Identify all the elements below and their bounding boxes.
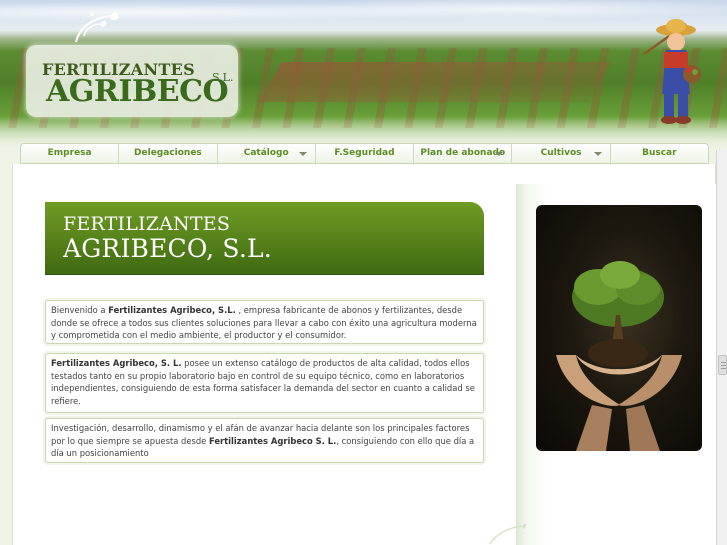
- paragraph-text: Bienvenido a: [51, 305, 109, 315]
- nav-item-label: Delegaciones: [134, 148, 202, 158]
- company-name: Fertilizantes Agribeco S. L.: [208, 435, 337, 446]
- page-body: FERTILIZANTES AGRIBECO, S.L. Bienvenido …: [12, 164, 716, 545]
- scrollbar-grip: [721, 365, 726, 366]
- farmer-mascot-icon: [643, 19, 701, 124]
- main-content: FERTILIZANTES AGRIBECO, S.L. Bienvenido …: [13, 164, 516, 545]
- nav-item-label: Buscar: [642, 148, 677, 158]
- logo-text-line2: AGRIBECO: [46, 74, 229, 109]
- leaf-swirl-icon: [489, 523, 527, 545]
- nav-item-label: F.Seguridad: [334, 148, 395, 158]
- tree-in-hands-illustration: [556, 261, 682, 451]
- page-title-line1: FERTILIZANTES: [63, 213, 231, 235]
- nav-item-buscar[interactable]: Buscar: [611, 144, 708, 163]
- title-panel: FERTILIZANTES AGRIBECO, S.L.: [45, 202, 484, 274]
- scrollbar-grip: [721, 362, 726, 363]
- caret-down-icon: [298, 152, 307, 156]
- research-paragraph-box: Investigación, desarrollo, dinamismo y e…: [45, 418, 484, 463]
- nav-item-delegaciones[interactable]: Delegaciones: [119, 144, 218, 163]
- nav-item-catalogo[interactable]: Catálogo: [218, 144, 316, 163]
- nav-item-label: Cultivos: [540, 148, 582, 158]
- vertical-scrollbar[interactable]: [716, 150, 727, 545]
- page-title-line2: AGRIBECO, S.L.: [63, 234, 272, 263]
- nav-item-empresa[interactable]: Empresa: [21, 144, 120, 163]
- side-column: [516, 184, 716, 545]
- nav-item-label: Plan de abonado: [420, 148, 506, 158]
- leaf-swirl-icon: [75, 12, 119, 43]
- intro-paragraph-box: Bienvenido a Fertilizantes Agribeco, S.L…: [45, 300, 484, 344]
- hands-holding-tree-photo: [536, 205, 702, 451]
- scrollbar-thumb[interactable]: [718, 355, 727, 375]
- main-nav: Empresa Delegaciones Catálogo F.Segurida…: [20, 143, 709, 164]
- nav-item-fseguridad[interactable]: F.Seguridad: [316, 144, 415, 163]
- header-banner: FERTILIZANTES AGRIBECO S.L.: [0, 0, 727, 150]
- caret-down-icon: [593, 152, 602, 156]
- nav-item-cultivos[interactable]: Cultivos: [512, 144, 611, 163]
- logo-suffix: S.L.: [212, 71, 234, 84]
- catalog-paragraph-box: Fertilizantes Agribeco, S. L. posee un e…: [45, 353, 484, 413]
- company-name: Fertilizantes Agribeco, S.L.: [108, 305, 236, 315]
- caret-down-icon: [495, 152, 504, 156]
- soil-band: [258, 62, 612, 102]
- nav-item-plan-de-abonado[interactable]: Plan de abonado: [414, 144, 513, 163]
- nav-item-label: Empresa: [47, 148, 92, 158]
- nav-item-label: Catálogo: [243, 148, 289, 158]
- company-name: Fertilizantes Agribeco, S. L.: [51, 358, 182, 368]
- scrollbar-grip: [721, 368, 726, 369]
